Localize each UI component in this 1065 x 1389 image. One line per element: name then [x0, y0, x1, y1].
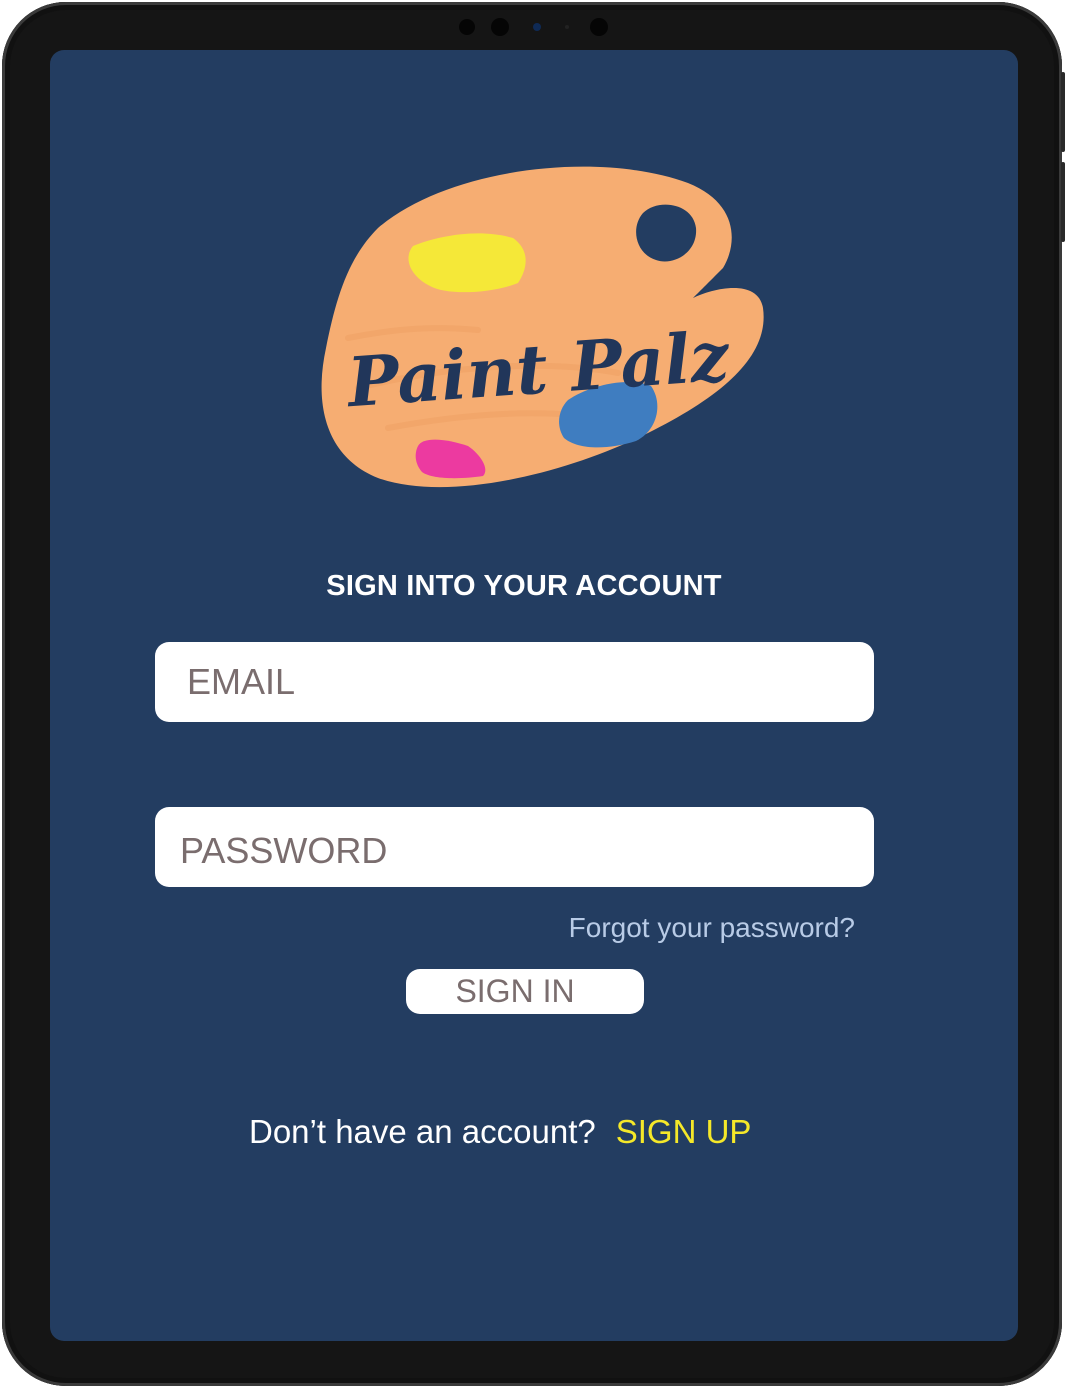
sign-up-link[interactable]: SIGN UP [616, 1113, 752, 1150]
page-title: SIGN INTO YOUR ACCOUNT [326, 570, 722, 602]
email-field-container [155, 642, 874, 722]
sensor-dot [491, 18, 509, 36]
signup-row: Don’t have an account? SIGN UP [249, 1113, 751, 1151]
sensor-dot [459, 19, 475, 35]
app-screen: Paint Palz SIGN INTO YOUR ACCOUNT Forgot… [50, 50, 1018, 1341]
signup-prompt: Don’t have an account? [249, 1113, 596, 1150]
camera-bar [457, 16, 617, 38]
volume-button [1061, 72, 1065, 152]
sensor-dot [590, 18, 608, 36]
sign-in-button[interactable]: SIGN IN [406, 969, 644, 1014]
camera-lens-icon [533, 23, 541, 31]
tablet-frame: Paint Palz SIGN INTO YOUR ACCOUNT Forgot… [2, 2, 1065, 1386]
sensor-dot [565, 25, 569, 29]
password-field-container [155, 807, 874, 887]
paint-palz-logo: Paint Palz [321, 166, 764, 488]
email-field[interactable] [155, 642, 874, 722]
power-button [1061, 162, 1065, 242]
password-field[interactable] [155, 807, 874, 887]
yellow-paint-blob [408, 233, 526, 293]
forgot-password-link[interactable]: Forgot your password? [569, 912, 855, 944]
